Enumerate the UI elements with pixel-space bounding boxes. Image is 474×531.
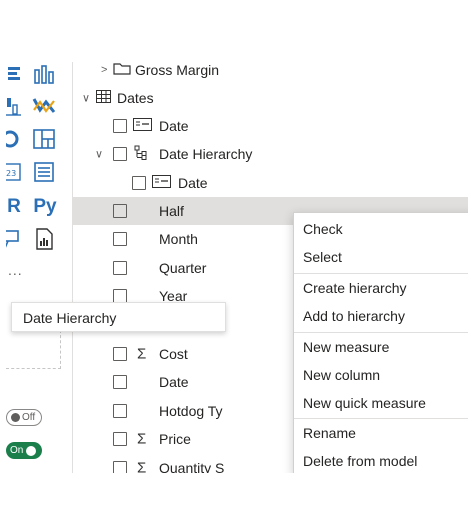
field-card-icon [133,118,152,134]
toggle-off-switch[interactable]: Off [6,409,42,426]
r-visual-icon[interactable]: R [6,194,22,218]
fields-pane-frame: 23 R Py ... Off On > Gross Margin ∨ Date… [6,62,468,473]
sigma-icon: Σ [137,345,147,363]
treemap-visual-icon[interactable] [32,128,56,150]
field-row-hierarchy-date[interactable]: Date [73,169,468,197]
key-influencers-visual-icon[interactable] [6,228,22,250]
menu-item-check[interactable]: Check [294,215,468,243]
fields-tree: > Gross Margin ∨ Dates Date ∨ Date Hiera… [73,62,468,473]
field-checkbox[interactable] [132,176,146,190]
field-card-icon [152,175,171,191]
toggle-knob-icon [11,413,20,422]
chevron-down-icon[interactable]: ∨ [95,148,103,161]
ribbon-chart-visual-icon[interactable] [32,95,56,117]
column-chart-visual-icon[interactable] [32,64,56,84]
context-menu: Check Select Create hierarchy Add to hie… [293,212,468,473]
paginated-report-visual-icon[interactable] [32,228,56,250]
chevron-down-icon[interactable]: ∨ [82,92,90,105]
field-checkbox[interactable] [113,261,127,275]
field-row-date[interactable]: Date [73,112,468,140]
multi-row-card-visual-icon[interactable] [32,161,56,183]
menu-item-new-column[interactable]: New column [294,361,468,389]
toggle-on-switch[interactable]: On [6,442,42,459]
waterfall-visual-icon[interactable] [6,95,22,117]
field-checkbox[interactable] [113,375,127,389]
drop-zone-outline [6,330,61,369]
python-visual-icon[interactable]: Py [30,194,60,218]
field-checkbox[interactable] [113,232,127,246]
hierarchy-icon [134,145,148,163]
field-checkbox[interactable] [113,404,127,418]
svg-text:23: 23 [6,169,16,178]
card-visual-icon[interactable]: 23 [6,161,22,183]
menu-item-create-hierarchy[interactable]: Create hierarchy [294,274,468,302]
field-checkbox[interactable] [113,119,127,133]
menu-item-new-measure[interactable]: New measure [294,333,468,361]
table-row-dates[interactable]: ∨ Dates [73,84,468,112]
chevron-right-icon[interactable]: > [101,64,107,76]
menu-item-delete-from-model[interactable]: Delete from model [294,447,468,473]
field-checkbox[interactable] [113,461,127,473]
more-visuals-icon[interactable]: ... [8,262,23,278]
sigma-icon: Σ [137,430,147,448]
donut-visual-icon[interactable] [6,128,22,150]
tooltip-date-hierarchy: Date Hierarchy [11,302,226,332]
field-checkbox[interactable] [113,204,127,218]
field-row-gross-margin[interactable]: > Gross Margin [73,62,468,84]
menu-item-new-quick-measure[interactable]: New quick measure [294,389,468,417]
table-icon [96,90,111,106]
menu-item-select[interactable]: Select [294,243,468,271]
visualizations-strip: 23 R Py ... Off On [6,62,73,473]
field-checkbox[interactable] [113,432,127,446]
menu-item-add-to-hierarchy[interactable]: Add to hierarchy > [294,302,468,330]
stacked-bar-visual-icon[interactable] [6,64,22,84]
field-checkbox[interactable] [113,347,127,361]
field-checkbox[interactable] [113,289,127,303]
sigma-icon: Σ [137,459,147,474]
folder-icon [113,62,131,78]
menu-item-rename[interactable]: Rename [294,419,468,447]
toggle-knob-icon [26,445,37,456]
field-checkbox[interactable] [113,147,127,161]
field-row-date-hierarchy[interactable]: ∨ Date Hierarchy [73,140,468,168]
